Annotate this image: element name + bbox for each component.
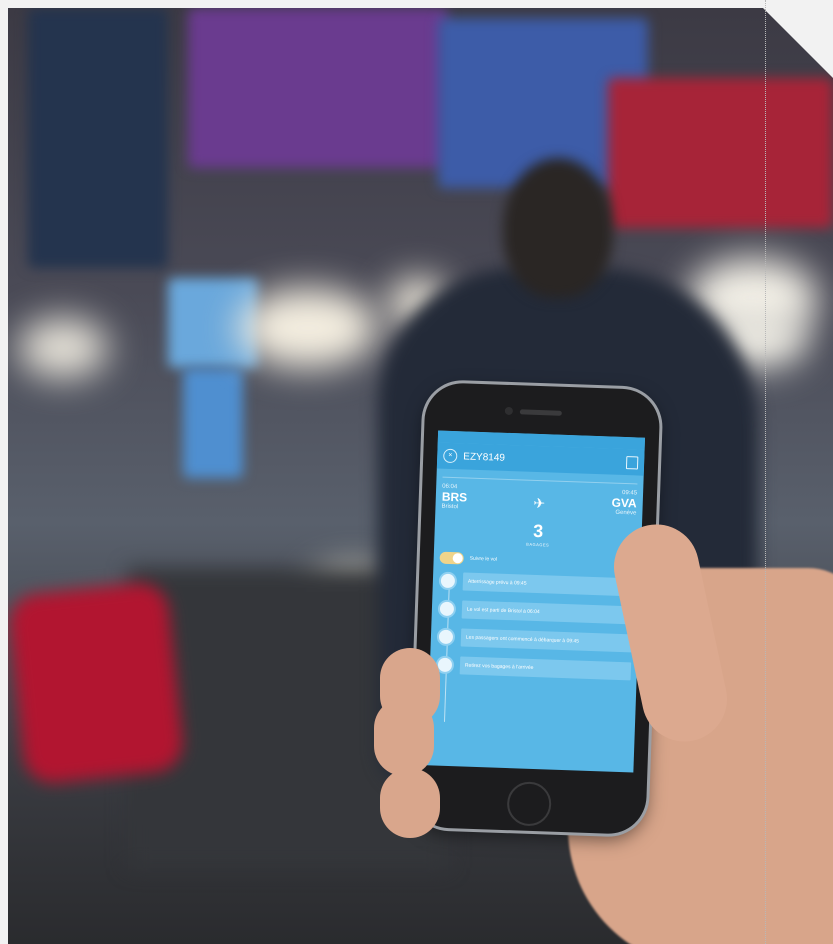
plane-icon: ✈ [533, 494, 546, 512]
screen-blue-left-2 [183, 368, 243, 478]
photo-background: × EZY8149 06:04 BRS Bristol ✈ 09:45 GVA … [8, 8, 833, 944]
timeline-line [443, 571, 451, 722]
home-button[interactable] [506, 781, 552, 827]
timeline-event-text: Le vol est parti de Bristol à 06:04 [461, 600, 634, 625]
traveler-head [503, 158, 613, 298]
earpiece-speaker [519, 409, 562, 416]
phone-screen: × EZY8149 06:04 BRS Bristol ✈ 09:45 GVA … [426, 430, 646, 773]
departure-city: Bristol [441, 503, 459, 511]
departure-time: 06:04 [442, 483, 458, 491]
arrival-time: 09:45 [621, 489, 638, 497]
light-bokeh [18, 318, 108, 378]
board-dark-left [28, 8, 168, 268]
red-banner [608, 78, 833, 228]
baggage-count: 3 BAGAGES [434, 517, 642, 550]
front-camera [504, 406, 514, 416]
timeline-event[interactable]: Atterrissage prévu à 09:45 [438, 571, 641, 597]
flight-timeline: Atterrissage prévu à 09:45 Le vol est pa… [435, 571, 641, 722]
timeline-event-text: Retirez vos bagages à l'arrivée [459, 656, 632, 681]
flight-route: 06:04 BRS Bristol ✈ 09:45 GVA Genève [441, 476, 638, 517]
arrival-city: Genève [615, 509, 637, 517]
arrival-code: GVA [611, 495, 637, 511]
departure-board-purple [188, 8, 448, 168]
timeline-event[interactable]: Retirez vos bagages à l'arrivée [435, 655, 638, 681]
timeline-dot [437, 599, 457, 619]
page-guide-line [765, 0, 766, 944]
timeline-dot [436, 627, 456, 647]
timeline-event[interactable]: Le vol est parti de Bristol à 06:04 [437, 599, 640, 625]
page-corner-fold [763, 8, 833, 78]
follow-title: Suivre le vol [469, 555, 498, 563]
departure-airport: 06:04 BRS Bristol [441, 484, 467, 511]
flight-code: EZY8149 [463, 450, 506, 464]
close-icon[interactable]: × [443, 448, 458, 464]
arrival-airport: 09:45 GVA Genève [611, 490, 637, 517]
follow-flight-toggle[interactable] [439, 551, 464, 565]
follow-flight-text: Suivre le vol [470, 556, 617, 567]
red-suitcase [8, 580, 186, 786]
follow-flight-row: Suivre le vol i [439, 551, 635, 571]
finger [374, 698, 434, 776]
timeline-event-text: Atterrissage prévu à 09:45 [462, 572, 635, 597]
finger [380, 768, 440, 838]
light-bokeh [238, 288, 378, 368]
timeline-event[interactable]: Les passagers ont commencé à débarquer à… [436, 627, 639, 653]
departure-code: BRS [441, 489, 468, 505]
timeline-dot [438, 571, 458, 591]
timeline-event-text: Les passagers ont commencé à débarquer à… [460, 628, 633, 653]
share-icon[interactable] [625, 455, 639, 469]
